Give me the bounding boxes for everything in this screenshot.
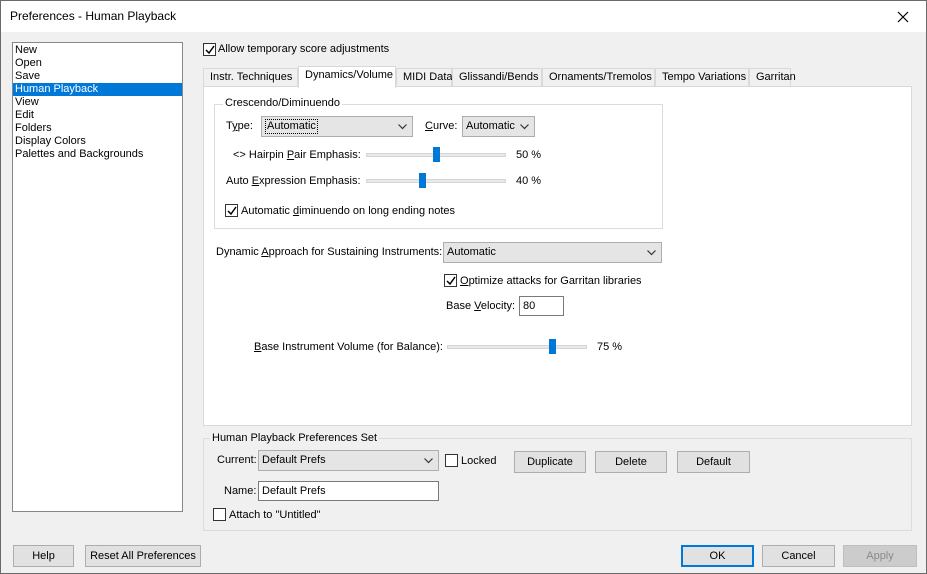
slider-thumb[interactable]	[549, 339, 556, 354]
locked-label: Locked	[461, 455, 497, 467]
dynamic-approach-value: Automatic	[447, 246, 496, 258]
checkmark-icon	[204, 45, 215, 54]
tab-garritan[interactable]: Garritan	[749, 68, 796, 87]
tab-midi-data[interactable]: MIDI Data	[396, 68, 453, 87]
optimize-attacks-checkbox[interactable]	[444, 274, 457, 287]
current-prefs-value: Default Prefs	[262, 454, 326, 466]
apply-button[interactable]: Apply	[843, 545, 917, 567]
tab-tempo-variations[interactable]: Tempo Variations	[655, 68, 749, 87]
category-item-open[interactable]: Open	[13, 57, 182, 70]
current-prefs-dropdown[interactable]: Default Prefs	[258, 450, 439, 471]
category-item-save[interactable]: Save	[13, 70, 182, 83]
category-item-new[interactable]: New	[13, 44, 182, 57]
base-volume-label: Base Instrument Volume (for Balance):	[254, 341, 443, 353]
auto-diminuendo-checkbox[interactable]	[225, 204, 238, 217]
crescendo-group-label: Crescendo/Diminuendo	[223, 97, 342, 109]
auto-diminuendo-label: Automatic diminuendo on long ending note…	[241, 205, 456, 217]
auto-expression-value: 40 %	[516, 175, 542, 187]
delete-button[interactable]: Delete	[595, 451, 667, 473]
hairpin-label: <> Hairpin Pair Emphasis:	[233, 149, 361, 161]
category-item-edit[interactable]: Edit	[13, 109, 182, 122]
chevron-down-icon	[647, 249, 656, 255]
name-input[interactable]: Default Prefs	[258, 481, 439, 501]
base-volume-slider[interactable]	[447, 339, 587, 355]
auto-expression-slider[interactable]	[366, 173, 506, 189]
dynamic-approach-dropdown[interactable]: Automatic	[443, 242, 662, 263]
slider-track	[366, 179, 506, 183]
base-velocity-label: Base Velocity:	[446, 300, 516, 312]
allow-temp-label: Allow temporary score adjustments	[218, 43, 390, 55]
reset-all-button[interactable]: Reset All Preferences	[85, 545, 201, 567]
checkmark-icon	[445, 276, 456, 285]
type-dropdown-value: Automatic	[265, 119, 318, 134]
category-list[interactable]: New Open Save Human Playback View Edit Folders…	[12, 42, 183, 512]
prefs-set-group-label: Human Playback Preferences Set	[210, 432, 380, 444]
tab-dynamics-volume[interactable]: Dynamics/Volume	[298, 66, 396, 88]
hairpin-value: 50 %	[516, 149, 542, 161]
type-label: Type:	[226, 120, 253, 132]
slider-track	[447, 345, 587, 349]
ok-button[interactable]: OK	[681, 545, 754, 567]
dynamic-approach-label: Dynamic Approach for Sustaining Instrume…	[216, 246, 443, 258]
category-item-view[interactable]: View	[13, 96, 182, 109]
title-bar: Preferences - Human Playback	[1, 1, 926, 32]
tab-glissandi-bends[interactable]: Glissandi/Bends	[452, 68, 542, 87]
window-title: Preferences - Human Playback	[10, 9, 177, 23]
tab-ornaments-tremolos[interactable]: Ornaments/Tremolos	[542, 68, 655, 87]
curve-label: Curve:	[425, 120, 458, 132]
category-item-folders[interactable]: Folders	[13, 122, 182, 135]
auto-expression-label: Auto Expression Emphasis:	[226, 175, 361, 187]
locked-checkbox[interactable]	[445, 454, 458, 467]
hairpin-emphasis-slider[interactable]	[366, 147, 506, 163]
type-dropdown[interactable]: Automatic	[261, 116, 413, 137]
category-item-display-colors[interactable]: Display Colors	[13, 135, 182, 148]
close-button[interactable]	[880, 1, 926, 32]
allow-temp-checkbox[interactable]	[203, 43, 216, 56]
category-item-palettes-and-backgrounds[interactable]: Palettes and Backgrounds	[13, 148, 182, 161]
current-label: Current:	[217, 454, 257, 466]
chevron-down-icon	[520, 123, 529, 129]
name-label: Name:	[224, 485, 257, 497]
cancel-button[interactable]: Cancel	[762, 545, 835, 567]
attach-label: Attach to "Untitled"	[229, 509, 321, 521]
curve-dropdown[interactable]: Automatic	[462, 116, 535, 137]
close-icon	[897, 11, 909, 22]
category-item-human-playback[interactable]: Human Playback	[13, 83, 182, 96]
attach-checkbox[interactable]	[213, 508, 226, 521]
help-button[interactable]: Help	[13, 545, 74, 567]
duplicate-button[interactable]: Duplicate	[514, 451, 586, 473]
slider-thumb[interactable]	[419, 173, 426, 188]
chevron-down-icon	[398, 123, 407, 129]
preferences-window: Preferences - Human Playback New Open Save…	[0, 0, 927, 574]
slider-thumb[interactable]	[433, 147, 440, 162]
default-button[interactable]: Default	[677, 451, 750, 473]
tab-panel-dynamics-volume: Crescendo/Diminuendo Type: Automatic Cur…	[203, 86, 912, 426]
base-velocity-input[interactable]: 80	[519, 296, 564, 316]
tab-instr-techniques[interactable]: Instr. Techniques	[203, 68, 298, 87]
chevron-down-icon	[424, 457, 433, 463]
base-volume-value: 75 %	[597, 341, 623, 353]
checkmark-icon	[226, 206, 237, 215]
curve-dropdown-value: Automatic	[466, 120, 515, 132]
optimize-attacks-label: Optimize attacks for Garritan libraries	[460, 275, 642, 287]
